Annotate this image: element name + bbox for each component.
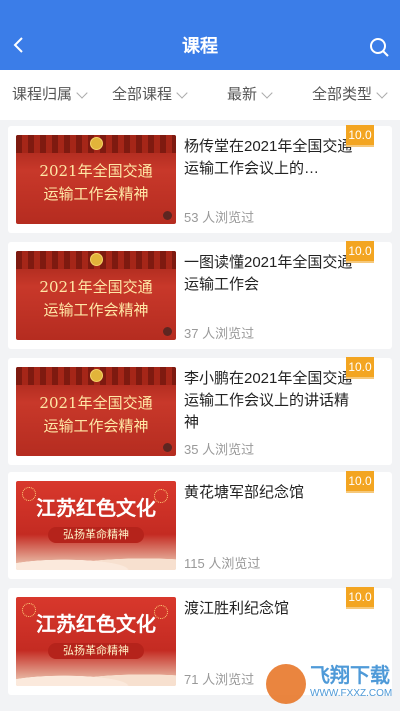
chevron-down-icon <box>176 86 188 99</box>
filter-label: 全部类型 <box>312 86 373 103</box>
thumbnail-text: 2021年全国交通 <box>39 278 153 296</box>
course-title: 黄花塘军部纪念馆 <box>184 484 305 501</box>
view-count: 35 人浏览过 <box>184 442 255 457</box>
course-thumbnail: 江苏红色文化 弘扬革命精神 <box>16 597 176 686</box>
course-title: 一图读懂2021年全国交通运输工作会 <box>184 254 353 293</box>
watermark-dot-icon <box>163 443 172 452</box>
thumbnail-text: 2021年全国交通 <box>39 394 153 412</box>
thumbnail-text: 运输工作会精神 <box>43 301 149 319</box>
view-count: 53 人浏览过 <box>184 210 255 225</box>
thumbnail-text: 弘扬革命精神 <box>48 643 144 659</box>
view-count: 71 人浏览过 <box>184 672 255 687</box>
emblem-icon <box>90 253 103 266</box>
course-thumbnail: 2021年全国交通 运输工作会精神 <box>16 251 176 340</box>
course-title: 杨传堂在2021年全国交通运输工作会议上的… <box>184 138 353 177</box>
app-header: 课程 <box>0 0 400 70</box>
course-card[interactable]: 2021年全国交通 运输工作会精神 一图读懂2021年全国交通运输工作会 37 … <box>8 241 392 349</box>
emblem-icon <box>90 369 103 382</box>
course-thumbnail: 江苏红色文化 弘扬革命精神 <box>16 481 176 570</box>
score-badge: 10.0 <box>346 357 374 379</box>
watermark-logo-icon <box>266 664 306 704</box>
watermark-dot-icon <box>163 327 172 336</box>
filter-course-ownership[interactable]: 课程归属 <box>12 86 88 104</box>
course-card[interactable]: 2021年全国交通 运输工作会精神 李小鹏在2021年全国交通运输工作会议上的讲… <box>8 357 392 465</box>
score-badge: 10.0 <box>346 587 374 609</box>
page-title: 课程 <box>182 36 218 56</box>
filter-label: 课程归属 <box>12 86 73 103</box>
cloud-decoration <box>16 552 176 570</box>
thumbnail-text: 弘扬革命精神 <box>48 527 144 543</box>
thumbnail-text: 运输工作会精神 <box>43 185 149 203</box>
thumbnail-text: 2021年全国交通 <box>39 162 153 180</box>
watermark-url: WWW.FXXZ.COM <box>310 688 393 699</box>
chevron-down-icon <box>76 86 88 99</box>
thumbnail-text: 运输工作会精神 <box>43 417 149 435</box>
watermark-dot-icon <box>163 211 172 220</box>
site-watermark: 飞翔下载 WWW.FXXZ.COM <box>266 660 400 706</box>
view-count: 37 人浏览过 <box>184 326 255 341</box>
thumbnail-text: 江苏红色文化 <box>36 498 156 520</box>
course-title: 李小鹏在2021年全国交通运输工作会议上的讲话精神 <box>184 370 353 431</box>
emblem-icon <box>90 137 103 150</box>
score-badge: 10.0 <box>346 471 374 493</box>
course-card[interactable]: 江苏红色文化 弘扬革命精神 黄花塘军部纪念馆 115 人浏览过 10.0 <box>8 471 392 579</box>
search-icon[interactable] <box>368 36 390 58</box>
view-count: 115 人浏览过 <box>184 556 261 571</box>
filter-all-courses[interactable]: 全部课程 <box>112 86 188 104</box>
chevron-down-icon <box>376 86 388 99</box>
thumbnail-text: 江苏红色文化 <box>36 614 156 636</box>
watermark-text: 飞翔下载 <box>310 665 390 687</box>
course-thumbnail: 2021年全国交通 运输工作会精神 <box>16 135 176 224</box>
cloud-decoration <box>16 668 176 686</box>
filter-bar: 课程归属 全部课程 最新 全部类型 <box>0 70 400 120</box>
chevron-down-icon <box>261 86 273 99</box>
filter-all-types[interactable]: 全部类型 <box>312 86 388 104</box>
course-title: 渡江胜利纪念馆 <box>184 600 290 617</box>
filter-label: 最新 <box>227 86 258 103</box>
filter-latest[interactable]: 最新 <box>227 86 273 104</box>
filter-label: 全部课程 <box>112 86 173 103</box>
course-thumbnail: 2021年全国交通 运输工作会精神 <box>16 367 176 456</box>
score-badge: 10.0 <box>346 241 374 263</box>
course-card[interactable]: 2021年全国交通 运输工作会精神 杨传堂在2021年全国交通运输工作会议上的…… <box>8 125 392 233</box>
score-badge: 10.0 <box>346 125 374 147</box>
